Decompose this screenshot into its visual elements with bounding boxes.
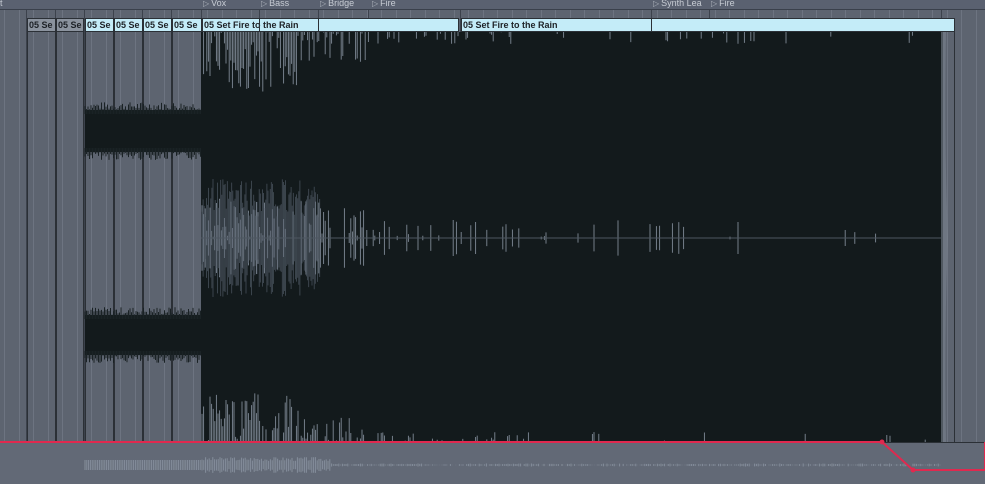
arrangement-view[interactable]: t ▷ Vox ▷ Bass ▷ Bridge ▷ Fire ▷ Synth Lea ▷ Fire 05… (0, 0, 985, 484)
automation-breakpoint (910, 467, 916, 473)
automation-breakpoint (879, 439, 885, 445)
automation-envelope-overlay (0, 439, 985, 473)
automation-lane-waveform (84, 457, 941, 473)
